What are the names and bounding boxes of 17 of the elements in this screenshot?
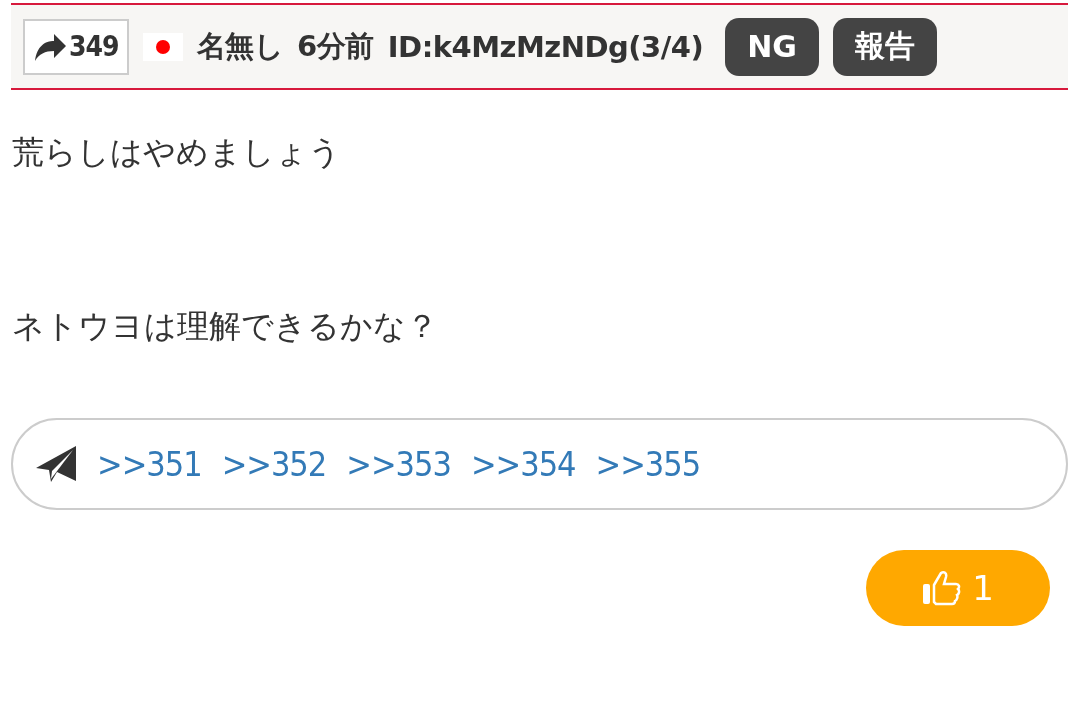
reply-count-link[interactable]: 349 bbox=[23, 18, 129, 75]
ng-button[interactable]: NG bbox=[725, 17, 819, 76]
paper-plane-icon bbox=[35, 445, 77, 483]
reply-link[interactable]: >>351 bbox=[97, 444, 202, 484]
post-time: 6分前 bbox=[297, 27, 374, 65]
share-arrow-icon bbox=[33, 31, 67, 62]
post-text: ネトウヨは理解できるかな？ bbox=[12, 306, 439, 347]
reply-link[interactable]: >>355 bbox=[595, 444, 701, 484]
thumbs-up-icon bbox=[922, 570, 963, 606]
reply-link[interactable]: >>354 bbox=[470, 444, 576, 484]
report-button[interactable]: 報告 bbox=[833, 17, 937, 76]
reply-link[interactable]: >>353 bbox=[346, 444, 451, 484]
post-text: 荒らしはやめましょう bbox=[12, 132, 342, 173]
reply-link[interactable]: >>352 bbox=[221, 444, 327, 484]
author-name: 名無し bbox=[196, 27, 284, 65]
flag-icon bbox=[142, 32, 183, 61]
user-id: ID:k4MzMzNDg(3/4) bbox=[387, 29, 704, 64]
